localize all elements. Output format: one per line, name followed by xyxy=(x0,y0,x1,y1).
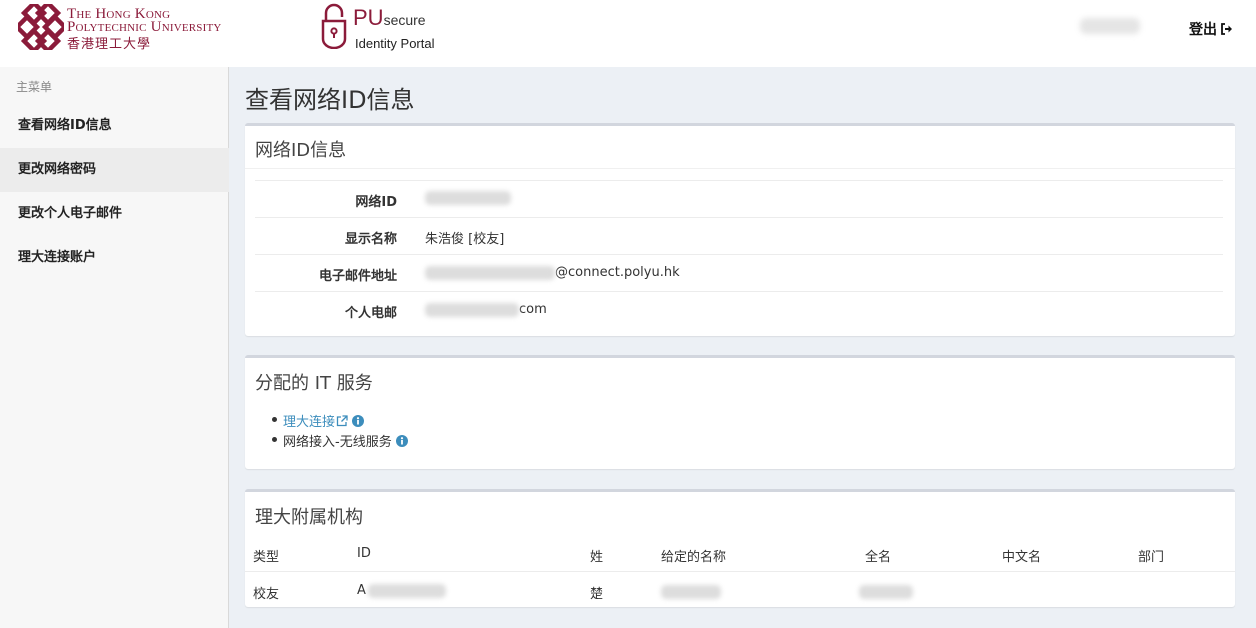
col-header-department: 部门 xyxy=(1138,550,1165,565)
list-bullet xyxy=(272,437,277,442)
pusecure-brand-main: PU xyxy=(353,5,384,30)
page-title: 查看网络ID信息 xyxy=(245,86,415,114)
info-icon[interactable] xyxy=(352,414,365,427)
id-redacted xyxy=(367,583,446,598)
netid-value xyxy=(425,191,511,205)
col-header-type: 类型 xyxy=(253,550,280,565)
id-prefix: A xyxy=(357,583,366,598)
info-icon[interactable] xyxy=(395,434,408,447)
email-label: 电子邮件地址 xyxy=(318,269,397,284)
affiliation-box: 理大附属机构 类型 ID 姓 给定的名称 全名 中文名 部门 校友 A 楚 xyxy=(245,489,1235,607)
display-name-label: 显示名称 xyxy=(344,232,397,247)
sidebar-item-change-email[interactable]: 更改个人电子邮件 xyxy=(0,192,229,236)
logout-button[interactable]: 登出 xyxy=(1189,19,1234,39)
info-row-personal-email: 个人电邮 com xyxy=(255,291,1223,328)
portal-subtitle: Identity Portal xyxy=(355,36,435,51)
netid-label: 网络ID xyxy=(355,195,397,210)
polyu-logo[interactable]: The Hong Kong Polytechnic University 香港理… xyxy=(18,4,258,52)
info-row-display-name: 显示名称 朱浩俊 [校友] xyxy=(255,217,1223,254)
table-divider xyxy=(245,571,1235,572)
it-services-box: 分配的 IT 服务 理大连接 网络接入-无线服务 xyxy=(245,355,1235,469)
services-box-title: 分配的 IT 服务 xyxy=(255,373,373,394)
cell-surname: 楚 xyxy=(590,587,604,602)
polyu-connect-link[interactable]: 理大连接 xyxy=(283,411,335,430)
polyu-emblem-icon xyxy=(18,4,64,50)
pusecure-brand-suffix: secure xyxy=(383,12,426,28)
cell-full-name xyxy=(859,585,913,599)
col-header-full-name: 全名 xyxy=(865,550,892,565)
external-link-icon[interactable] xyxy=(336,414,348,427)
affiliation-box-title: 理大附属机构 xyxy=(255,507,363,528)
list-bullet xyxy=(272,417,277,422)
info-row-netid: 网络ID xyxy=(255,180,1223,217)
netid-redacted xyxy=(425,191,511,205)
top-header: The Hong Kong Polytechnic University 香港理… xyxy=(0,0,1256,67)
username-redacted xyxy=(1080,18,1140,34)
sidebar-item-change-password[interactable]: 更改网络密码 xyxy=(0,148,229,192)
lock-icon xyxy=(321,3,347,49)
email-value: @connect.polyu.hk xyxy=(425,265,680,280)
service-item-wireless: 网络接入-无线服务 xyxy=(272,431,408,450)
netid-box-title: 网络ID信息 xyxy=(255,140,347,161)
sidebar-item-polyu-connect[interactable]: 理大连接账户 xyxy=(0,236,229,280)
logout-label: 登出 xyxy=(1189,22,1217,38)
sign-out-icon xyxy=(1221,23,1232,35)
display-name-value: 朱浩俊 [校友] xyxy=(425,232,505,247)
full-name-redacted xyxy=(859,585,913,599)
wireless-service-label: 网络接入-无线服务 xyxy=(283,435,392,450)
col-header-id: ID xyxy=(357,546,371,561)
sidebar: 主菜单 查看网络ID信息 更改网络密码 更改个人电子邮件 理大连接账户 xyxy=(0,67,229,628)
sidebar-item-view-netid[interactable]: 查看网络ID信息 xyxy=(0,104,229,148)
cell-id: A xyxy=(357,583,446,598)
email-domain: @connect.polyu.hk xyxy=(555,265,680,280)
university-name-zh: 香港理工大學 xyxy=(67,37,152,52)
col-header-chinese-name: 中文名 xyxy=(1002,550,1042,565)
personal-email-redacted xyxy=(425,302,519,317)
col-header-surname: 姓 xyxy=(590,550,604,565)
box-divider xyxy=(245,168,1235,169)
info-row-email: 电子邮件地址 @connect.polyu.hk xyxy=(255,254,1223,291)
service-item-polyu-connect: 理大连接 xyxy=(272,411,365,430)
pusecure-brand: PUsecure xyxy=(353,5,426,31)
cell-type: 校友 xyxy=(253,587,280,602)
pusecure-logo[interactable]: PUsecure Identity Portal xyxy=(320,3,460,53)
netid-info-box: 网络ID信息 网络ID 显示名称 朱浩俊 [校友] 电子邮件地址 @connec… xyxy=(245,123,1235,336)
personal-email-label: 个人电邮 xyxy=(344,306,397,321)
email-redacted xyxy=(425,265,555,280)
col-header-given-name: 给定的名称 xyxy=(661,550,727,565)
personal-email-value: com xyxy=(425,302,547,317)
personal-email-suffix: com xyxy=(519,302,547,317)
given-name-redacted xyxy=(661,585,721,599)
main-menu-header: 主菜单 xyxy=(16,80,53,94)
cell-given-name xyxy=(661,585,721,599)
